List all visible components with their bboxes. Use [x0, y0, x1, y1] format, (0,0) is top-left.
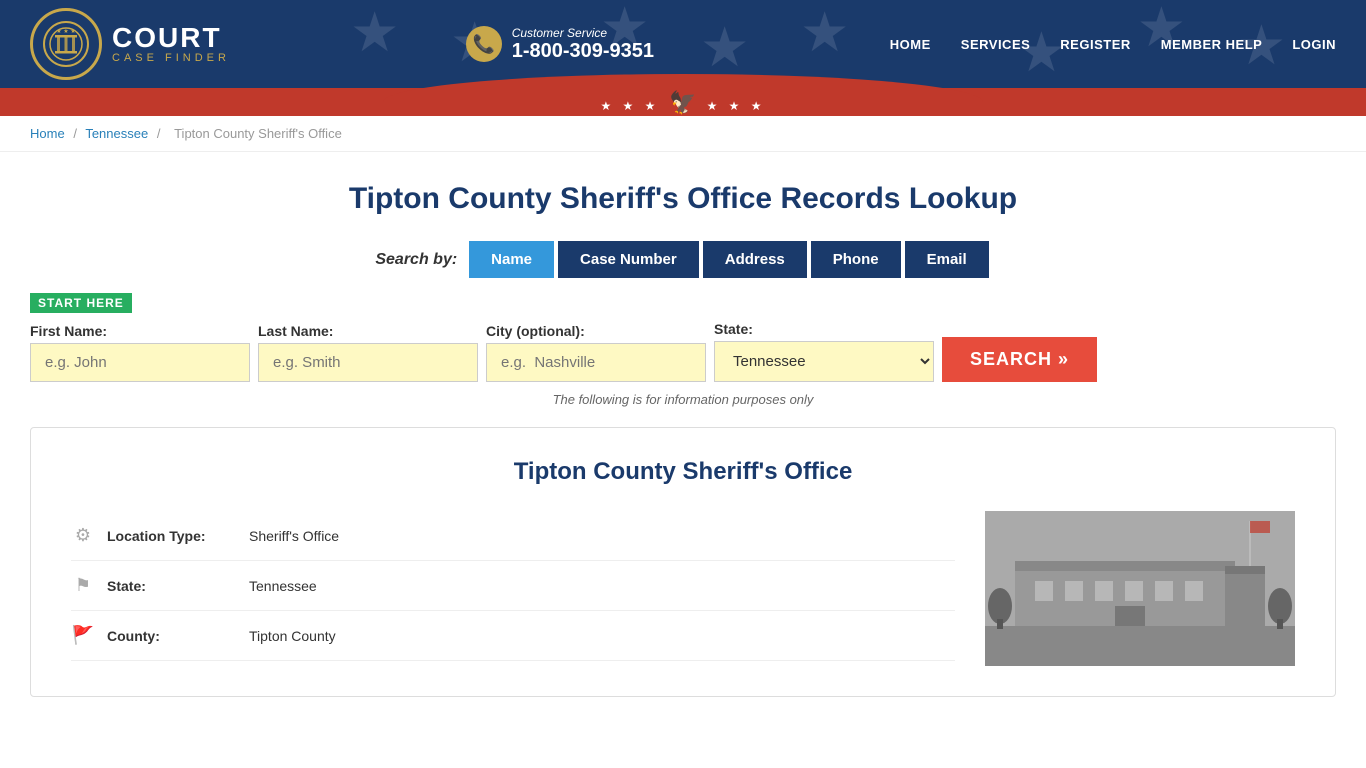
details-row-county: 🚩 County: Tipton County — [71, 611, 955, 661]
svg-text:★ ★ ★: ★ ★ ★ — [56, 28, 75, 35]
tab-email[interactable]: Email — [905, 241, 989, 278]
tab-case-number[interactable]: Case Number — [558, 241, 699, 278]
details-title: Tipton County Sheriff's Office — [71, 458, 1295, 486]
tab-phone[interactable]: Phone — [811, 241, 901, 278]
last-name-input[interactable] — [258, 343, 478, 382]
phone-icon: 📞 — [466, 26, 502, 62]
nav-login[interactable]: LOGIN — [1292, 37, 1336, 52]
state-group: State: Tennessee Alabama Alaska Arizona … — [714, 321, 934, 382]
location-type-icon: ⚙ — [71, 525, 95, 546]
tab-name[interactable]: Name — [469, 241, 554, 278]
logo-court: COURT — [112, 24, 230, 52]
county-label: County: — [107, 628, 237, 644]
cs-label: Customer Service — [512, 26, 654, 40]
start-here-badge: START HERE — [30, 293, 1336, 321]
breadcrumb-sep-2: / — [157, 126, 161, 141]
county-icon: 🚩 — [71, 625, 95, 646]
tab-address[interactable]: Address — [703, 241, 807, 278]
search-by-row: Search by: Name Case Number Address Phon… — [30, 241, 1336, 278]
state-detail-label: State: — [107, 578, 237, 594]
customer-service: 📞 Customer Service 1-800-309-9351 — [466, 26, 654, 63]
building-image — [985, 511, 1295, 666]
eagle-stars-right: ★ ★ ★ — [707, 99, 766, 113]
start-here-text: START HERE — [30, 293, 132, 313]
city-label: City (optional): — [486, 323, 706, 339]
location-type-value: Sheriff's Office — [249, 528, 339, 544]
city-input[interactable] — [486, 343, 706, 382]
details-row-state: ⚑ State: Tennessee — [71, 561, 955, 611]
location-type-label: Location Type: — [107, 528, 237, 544]
details-content: ⚙ Location Type: Sheriff's Office ⚑ Stat… — [71, 511, 1295, 666]
eagle-stars-left: ★ ★ ★ — [600, 99, 659, 113]
state-label: State: — [714, 321, 934, 337]
logo-text: COURT CASE FINDER — [112, 24, 230, 64]
details-panel: Tipton County Sheriff's Office ⚙ Locatio… — [30, 427, 1336, 697]
first-name-label: First Name: — [30, 323, 250, 339]
first-name-group: First Name: — [30, 323, 250, 382]
cs-info: Customer Service 1-800-309-9351 — [512, 26, 654, 63]
state-icon: ⚑ — [71, 575, 95, 596]
breadcrumb-state[interactable]: Tennessee — [85, 126, 148, 141]
nav-services[interactable]: SERVICES — [961, 37, 1031, 52]
breadcrumb: Home / Tennessee / Tipton County Sheriff… — [0, 116, 1366, 152]
breadcrumb-home[interactable]: Home — [30, 126, 65, 141]
nav-home[interactable]: HOME — [890, 37, 931, 52]
county-value: Tipton County — [249, 628, 336, 644]
breadcrumb-sep-1: / — [73, 126, 77, 141]
logo-sub: CASE FINDER — [112, 52, 230, 64]
main-nav: HOME SERVICES REGISTER MEMBER HELP LOGIN — [890, 37, 1336, 52]
cs-phone: 1-800-309-9351 — [512, 40, 654, 63]
state-detail-value: Tennessee — [249, 578, 317, 594]
city-group: City (optional): — [486, 323, 706, 382]
details-table: ⚙ Location Type: Sheriff's Office ⚑ Stat… — [71, 511, 955, 666]
breadcrumb-current: Tipton County Sheriff's Office — [174, 126, 342, 141]
nav-member-help[interactable]: MEMBER HELP — [1161, 37, 1263, 52]
eagle-icon: 🦅 — [669, 90, 696, 115]
info-note: The following is for information purpose… — [30, 392, 1336, 407]
page-title: Tipton County Sheriff's Office Records L… — [30, 182, 1336, 216]
logo: ★ ★ ★ COURT CASE FINDER — [30, 8, 230, 80]
logo-emblem: ★ ★ ★ — [30, 8, 102, 80]
details-row-location: ⚙ Location Type: Sheriff's Office — [71, 511, 955, 561]
last-name-group: Last Name: — [258, 323, 478, 382]
search-by-label: Search by: — [375, 251, 457, 269]
search-button[interactable]: SEARCH » — [942, 337, 1097, 382]
state-select[interactable]: Tennessee Alabama Alaska Arizona Arkansa… — [714, 341, 934, 382]
nav-register[interactable]: REGISTER — [1060, 37, 1130, 52]
first-name-input[interactable] — [30, 343, 250, 382]
search-form: First Name: Last Name: City (optional): … — [30, 321, 1336, 382]
last-name-label: Last Name: — [258, 323, 478, 339]
